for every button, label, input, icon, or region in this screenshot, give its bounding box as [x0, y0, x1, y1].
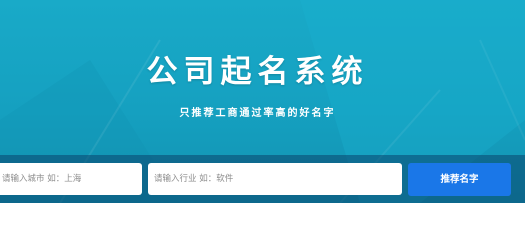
city-field-wrapper — [0, 163, 142, 195]
hero-banner: 公司起名系统 只推荐工商通过率高的好名字 推荐名字 — [0, 0, 525, 203]
industry-input[interactable] — [148, 163, 402, 195]
page-title: 公司起名系统 — [146, 54, 369, 90]
page-subtitle: 只推荐工商通过率高的好名字 — [179, 108, 336, 119]
recommend-name-button[interactable]: 推荐名字 — [408, 163, 511, 196]
city-input[interactable] — [0, 163, 142, 195]
industry-field-wrapper — [148, 163, 402, 195]
search-bar: 推荐名字 — [0, 155, 525, 203]
